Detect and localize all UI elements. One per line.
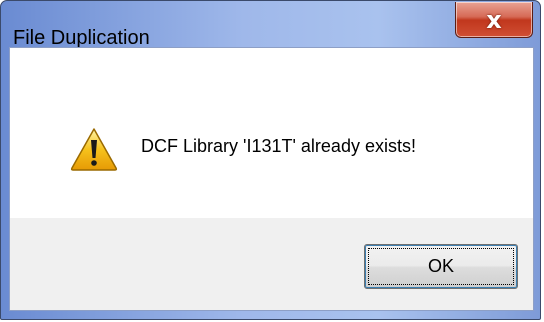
message-text: DCF Library 'I131T' already exists! xyxy=(141,136,416,156)
ok-label: OK xyxy=(427,256,454,276)
dialog-content: DCF Library 'I131T' already exists! OK xyxy=(9,47,534,311)
ok-button[interactable]: OK xyxy=(364,244,518,289)
close-button[interactable]: x xyxy=(455,2,533,38)
message-area: DCF Library 'I131T' already exists! xyxy=(10,48,533,218)
warning-icon xyxy=(70,128,118,171)
title-bar[interactable]: File Duplication x xyxy=(1,1,540,49)
close-icon: x xyxy=(486,5,502,34)
dialog-window: File Duplication x DCF Library 'I131T' a… xyxy=(0,0,541,320)
